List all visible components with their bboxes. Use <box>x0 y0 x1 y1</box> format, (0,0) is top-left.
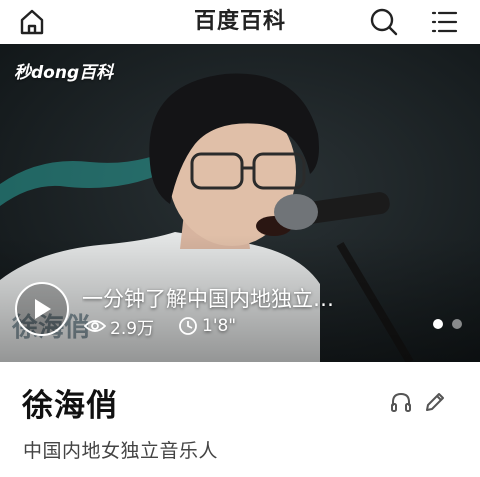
duration-text: 1'8" <box>202 316 237 336</box>
headphones-icon[interactable] <box>388 389 414 415</box>
video-player[interactable]: 徐海俏 秒dong百科 一分钟了解中国内地独立… 2.9万 <box>0 44 480 362</box>
top-navigation-bar: 百度百科 <box>0 0 480 44</box>
watermark-logo: 秒dong百科 <box>14 63 114 83</box>
entry-description: 中国内地女独立音乐人 <box>23 440 219 462</box>
video-duration: 1'8" <box>178 314 236 338</box>
search-icon[interactable] <box>366 4 402 40</box>
entry-name: 徐海俏 <box>22 388 118 424</box>
video-thumbnail: 徐海俏 <box>0 44 480 362</box>
pencil-icon[interactable] <box>422 389 448 415</box>
carousel-dot[interactable] <box>452 319 462 329</box>
carousel-dot-active[interactable] <box>433 319 443 329</box>
play-icon <box>35 299 51 319</box>
play-button[interactable] <box>15 282 69 336</box>
carousel-indicator[interactable] <box>433 319 462 329</box>
video-title[interactable]: 一分钟了解中国内地独立… <box>82 283 382 313</box>
eye-icon <box>84 320 106 332</box>
page-title: 百度百科 <box>193 9 286 34</box>
clock-icon <box>179 317 197 335</box>
view-count-text: 2.9万 <box>110 318 155 339</box>
menu-icon[interactable] <box>426 4 462 40</box>
view-count: 2.9万 <box>84 314 155 339</box>
